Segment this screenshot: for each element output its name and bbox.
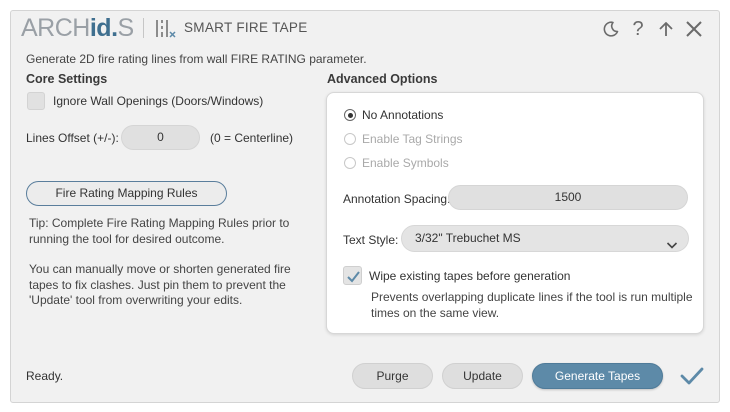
core-settings-title: Core Settings <box>26 72 108 86</box>
moon-icon[interactable] <box>600 18 622 40</box>
help-icon[interactable]: ? <box>627 18 649 40</box>
logo-arch: ARCH <box>21 14 90 42</box>
tip-text: Tip: Complete Fire Rating Mapping Rules … <box>29 216 290 246</box>
help-glyph: ? <box>632 18 644 40</box>
text-style-label: Text Style: <box>343 233 399 247</box>
close-icon[interactable] <box>683 18 705 40</box>
manual-edit-note: You can manually move or shorten generat… <box>29 262 291 307</box>
generate-tapes-button[interactable]: Generate Tapes <box>532 363 663 389</box>
logo-s: S <box>117 14 135 42</box>
tape-tool-icon <box>155 18 177 40</box>
header-divider <box>143 18 144 38</box>
update-button[interactable]: Update <box>442 363 523 389</box>
tool-description: Generate 2D fire rating lines from wall … <box>26 52 367 66</box>
wipe-existing-label: Wipe existing tapes before generation <box>369 269 571 283</box>
title-bar: ARCH id. S SMART FIRE TAPE ? <box>11 11 719 45</box>
archids-logo: ARCH id. S <box>21 14 134 42</box>
lines-offset-hint: (0 = Centerline) <box>210 131 294 145</box>
lines-offset-input[interactable]: 0 <box>121 125 200 150</box>
pin-up-icon[interactable] <box>655 18 677 40</box>
purge-button[interactable]: Purge <box>352 363 433 389</box>
radio-enable-symbols[interactable] <box>344 157 356 169</box>
logo-ids: id <box>89 14 112 42</box>
ignore-openings-label: Ignore Wall Openings (Doors/Windows) <box>53 94 264 108</box>
annotation-spacing-label: Annotation Spacing: <box>343 192 451 206</box>
status-text: Ready. <box>26 369 64 383</box>
radio-enable-tag-strings-label: Enable Tag Strings <box>362 132 463 146</box>
radio-no-annotations[interactable] <box>344 109 356 121</box>
tool-title: SMART FIRE TAPE <box>184 20 308 35</box>
checkmark-icon <box>347 271 360 283</box>
lines-offset-label: Lines Offset (+/-): <box>26 131 119 145</box>
ignore-openings-checkbox[interactable] <box>27 92 45 110</box>
fire-rating-mapping-button[interactable]: Fire Rating Mapping Rules <box>26 181 227 206</box>
advanced-options-title: Advanced Options <box>327 72 438 86</box>
chevron-down-icon <box>666 234 678 259</box>
text-style-select[interactable]: 3/32" Trebuchet MS <box>401 225 689 252</box>
radio-enable-symbols-label: Enable Symbols <box>362 156 449 170</box>
wipe-existing-checkbox[interactable] <box>343 266 362 285</box>
confirm-check-icon[interactable] <box>680 366 704 386</box>
text-style-value: 3/32" Trebuchet MS <box>415 231 521 245</box>
annotation-spacing-input[interactable]: 1500 <box>448 185 688 210</box>
advanced-options-panel: No Annotations Enable Tag Strings Enable… <box>326 92 704 334</box>
radio-no-annotations-label: No Annotations <box>362 108 444 122</box>
radio-enable-tag-strings[interactable] <box>344 133 356 145</box>
smart-fire-tape-window: ARCH id. S SMART FIRE TAPE ? Generate 2D… <box>10 10 720 403</box>
wipe-existing-note: Prevents overlapping duplicate lines if … <box>371 290 693 320</box>
